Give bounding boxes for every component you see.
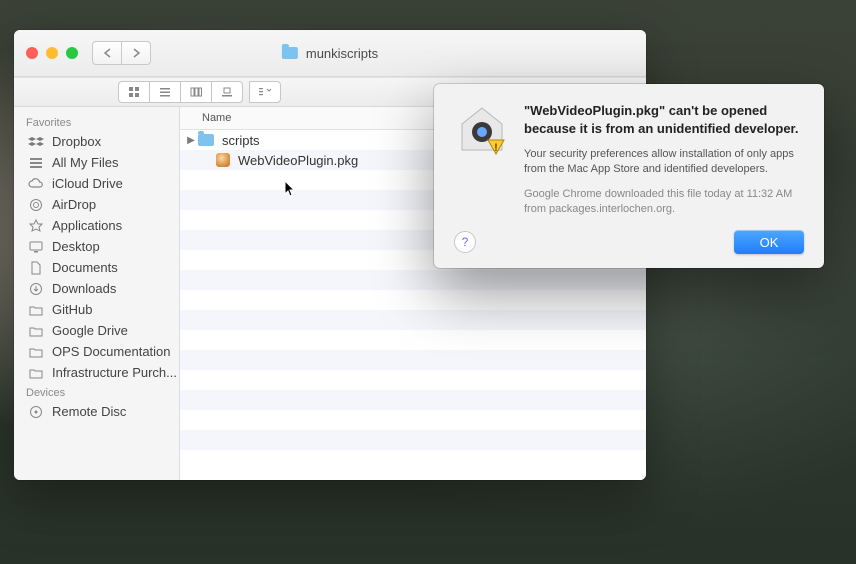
sidebar: Favorites Dropbox All My Files iCloud Dr… (14, 107, 180, 480)
folder-icon (198, 134, 214, 146)
sidebar-item-dropbox[interactable]: Dropbox (14, 131, 179, 152)
sidebar-item-label: Dropbox (52, 134, 101, 149)
icloud-icon (28, 177, 44, 191)
list-icon (159, 86, 171, 98)
alert-download-info: Google Chrome downloaded this file today… (524, 187, 804, 217)
dropbox-icon (28, 135, 44, 149)
sidebar-header-devices: Devices (14, 383, 179, 401)
sidebar-item-label: Documents (52, 260, 118, 275)
sidebar-item-documents[interactable]: Documents (14, 257, 179, 278)
svg-text:!: ! (494, 142, 498, 154)
arrange-button[interactable] (249, 81, 281, 103)
grid-icon (128, 86, 140, 98)
sidebar-item-infra[interactable]: Infrastructure Purch... (14, 362, 179, 383)
sidebar-item-ops[interactable]: OPS Documentation (14, 341, 179, 362)
sidebar-item-label: GitHub (52, 302, 92, 317)
sidebar-item-label: AirDrop (52, 197, 96, 212)
minimize-window-button[interactable] (46, 47, 58, 59)
sidebar-item-airdrop[interactable]: AirDrop (14, 194, 179, 215)
coverflow-icon (221, 86, 233, 98)
sidebar-item-label: All My Files (52, 155, 118, 170)
help-button[interactable]: ? (454, 231, 476, 253)
window-title: munkiscripts (282, 46, 378, 61)
columns-icon (190, 86, 202, 98)
sidebar-item-label: Google Drive (52, 323, 128, 338)
sidebar-header-favorites: Favorites (14, 113, 179, 131)
chevron-right-icon (132, 48, 141, 58)
sidebar-item-label: OPS Documentation (52, 344, 171, 359)
sidebar-item-label: Downloads (52, 281, 116, 296)
sidebar-item-applications[interactable]: Applications (14, 215, 179, 236)
desktop-icon (28, 240, 44, 254)
sidebar-item-allfiles[interactable]: All My Files (14, 152, 179, 173)
nav-buttons (92, 41, 151, 65)
disc-icon (28, 405, 44, 419)
folder-icon (282, 47, 298, 59)
sidebar-item-label: Infrastructure Purch... (52, 365, 177, 380)
titlebar[interactable]: munkiscripts (14, 30, 646, 77)
view-mode-segment (118, 81, 243, 103)
chevron-left-icon (103, 48, 112, 58)
window-title-text: munkiscripts (306, 46, 378, 61)
window-controls (26, 47, 78, 59)
zoom-window-button[interactable] (66, 47, 78, 59)
sidebar-item-label: Desktop (52, 239, 100, 254)
folder-icon (28, 345, 44, 359)
folder-icon (28, 366, 44, 380)
view-icon-button[interactable] (118, 81, 150, 103)
gatekeeper-alert: ! "WebVideoPlugin.pkg" can't be opened b… (434, 84, 824, 268)
view-column-button[interactable] (181, 81, 212, 103)
sidebar-item-icloud[interactable]: iCloud Drive (14, 173, 179, 194)
sidebar-item-github[interactable]: GitHub (14, 299, 179, 320)
arrange-segment (249, 81, 281, 103)
alert-explanation: Your security preferences allow installa… (524, 147, 804, 177)
sidebar-item-gdrive[interactable]: Google Drive (14, 320, 179, 341)
arrange-icon (258, 86, 272, 98)
alert-headline: "WebVideoPlugin.pkg" can't be opened bec… (524, 102, 804, 137)
view-list-button[interactable] (150, 81, 181, 103)
sidebar-item-desktop[interactable]: Desktop (14, 236, 179, 257)
forward-button[interactable] (122, 41, 151, 65)
view-coverflow-button[interactable] (212, 81, 243, 103)
close-window-button[interactable] (26, 47, 38, 59)
allfiles-icon (28, 156, 44, 170)
security-alert-icon: ! (454, 102, 510, 158)
ok-button[interactable]: OK (734, 230, 804, 254)
airdrop-icon (28, 198, 44, 212)
disclosure-triangle-icon[interactable]: ▶ (184, 135, 198, 146)
documents-icon (28, 261, 44, 275)
file-name: WebVideoPlugin.pkg (238, 153, 358, 168)
sidebar-item-remotedisc[interactable]: Remote Disc (14, 401, 179, 422)
sidebar-item-downloads[interactable]: Downloads (14, 278, 179, 299)
sidebar-item-label: Applications (52, 218, 122, 233)
apps-icon (28, 219, 44, 233)
back-button[interactable] (92, 41, 122, 65)
sidebar-item-label: Remote Disc (52, 404, 126, 419)
file-name: scripts (222, 133, 260, 148)
package-icon (216, 153, 230, 167)
folder-icon (28, 324, 44, 338)
folder-icon (28, 303, 44, 317)
downloads-icon (28, 282, 44, 296)
sidebar-item-label: iCloud Drive (52, 176, 123, 191)
